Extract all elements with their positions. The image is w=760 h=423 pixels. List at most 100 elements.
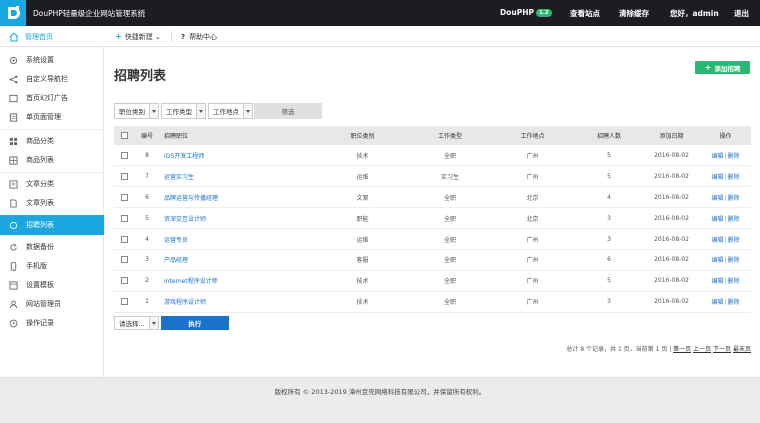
row-checkbox[interactable]: [120, 172, 128, 180]
cell-job-title-link[interactable]: iOS开发工程师: [160, 145, 315, 167]
cell-type: 全职: [410, 249, 490, 271]
add-recruitment-button[interactable]: + 添加招聘: [695, 61, 750, 74]
row-checkbox[interactable]: [120, 193, 128, 201]
edit-link[interactable]: 编辑: [711, 174, 723, 181]
last-page-link[interactable]: 最末页: [733, 346, 751, 353]
cell-count: 3: [575, 207, 643, 230]
cell-count: 4: [575, 186, 643, 209]
clear-cache-link[interactable]: 清除缓存: [619, 8, 649, 19]
cell-type: 全职: [410, 291, 490, 313]
delete-link[interactable]: 删除: [728, 299, 740, 306]
sidebar-item-article-category[interactable]: 文章分类: [0, 174, 104, 194]
job-category-select[interactable]: 职位类别: [114, 103, 159, 119]
edit-link[interactable]: 编辑: [711, 299, 723, 306]
row-checkbox[interactable]: [120, 298, 128, 306]
delete-link[interactable]: 删除: [728, 195, 740, 202]
filter-button[interactable]: 筛选: [254, 103, 322, 119]
sidebar-item-template-settings[interactable]: 设置模板: [0, 275, 104, 295]
help-center-link[interactable]: ? 帮助中心: [181, 32, 217, 42]
column-header: 编号: [134, 126, 160, 145]
edit-link[interactable]: 编辑: [711, 216, 723, 223]
quick-new-menu[interactable]: + 快捷新建 ⌄: [115, 32, 161, 42]
filter-bar: 职位类别 工作类型 工作地点 筛选: [114, 103, 322, 119]
sidebar-item-product-category[interactable]: 商品分类: [0, 131, 104, 151]
cell-type: 全职: [410, 145, 490, 167]
delete-link[interactable]: 删除: [728, 278, 740, 285]
cell-id: 4: [134, 228, 160, 250]
question-icon: ?: [181, 33, 186, 41]
logout-link[interactable]: 退出: [734, 8, 749, 19]
first-page-link[interactable]: 第一页: [673, 346, 691, 353]
job-location-select[interactable]: 工作地点: [208, 103, 253, 119]
sidebar-item-product-list[interactable]: 商品列表: [0, 150, 104, 170]
sidebar-item-data-backup[interactable]: 数据备份: [0, 237, 104, 257]
row-checkbox[interactable]: [120, 151, 128, 159]
select-all-checkbox[interactable]: [120, 132, 128, 139]
footer: 版权所有 © 2013-2019 漳州豆壳网络科技有限公司，并保留所有权利。: [0, 377, 760, 423]
cell-location: 广州: [490, 249, 575, 271]
sidebar-item-operation-log[interactable]: 操作记录: [0, 313, 104, 333]
cell-job-title-link[interactable]: 产品经理: [160, 249, 315, 271]
bulk-action-select[interactable]: 请选择...: [114, 316, 159, 330]
view-site-link[interactable]: 查看站点: [570, 8, 600, 19]
list-icon: [9, 155, 18, 165]
prev-page-link[interactable]: 上一页: [693, 346, 711, 353]
sidebar-item-mobile[interactable]: 手机版: [0, 256, 104, 276]
product-version[interactable]: DouPHP 1.2: [500, 8, 552, 17]
cell-id: 3: [134, 249, 160, 271]
page-icon: [9, 112, 18, 122]
recruitment-table: 编号 招聘职位 职位类别 工作类型 工作地点 招聘人数 添加日期 操作 8 iOS…: [114, 126, 751, 313]
sidebar-item-single-page[interactable]: 单页面管理: [0, 107, 104, 127]
next-page-link[interactable]: 下一页: [713, 346, 731, 353]
sidebar-item-custom-nav[interactable]: 自定义导航栏: [0, 69, 104, 89]
sidebar-item-recruitment-list[interactable]: 招聘列表: [0, 215, 104, 235]
page-title: 招聘列表: [114, 69, 167, 84]
row-checkbox[interactable]: [120, 235, 128, 243]
cell-id: 8: [134, 145, 160, 167]
sidebar-item-article-list[interactable]: 文章列表: [0, 193, 104, 213]
sidebar-item-site-admins[interactable]: 网站管理员: [0, 294, 104, 314]
row-checkbox[interactable]: [120, 277, 128, 285]
edit-link[interactable]: 编辑: [711, 257, 723, 264]
delete-link[interactable]: 删除: [728, 257, 740, 264]
cell-location: 广州: [490, 145, 575, 167]
logo-icon[interactable]: [0, 0, 26, 26]
row-checkbox[interactable]: [120, 256, 128, 264]
row-checkbox[interactable]: [120, 214, 128, 222]
table-row: 1 游戏程序设计师 技术 全职 广州 3 2016-08-02 编辑|删除: [114, 291, 751, 313]
cell-job-title-link[interactable]: internet程序设计师: [160, 270, 315, 292]
circle-icon: [9, 221, 18, 229]
cell-date: 2016-08-02: [643, 270, 700, 292]
cell-operations: 编辑|删除: [700, 291, 751, 313]
cell-category: 运维: [315, 165, 410, 188]
separator: |: [724, 299, 727, 307]
cell-id: 1: [134, 291, 160, 313]
sidebar-item-label: 手机版: [26, 262, 47, 270]
sidebar-item-system-settings[interactable]: 系统设置: [0, 50, 104, 70]
delete-link[interactable]: 删除: [728, 153, 740, 160]
cell-date: 2016-08-02: [643, 228, 700, 250]
edit-link[interactable]: 编辑: [711, 195, 723, 202]
execute-button[interactable]: 执行: [160, 316, 229, 330]
cell-job-title-link[interactable]: 运营专员: [160, 228, 315, 250]
edit-link[interactable]: 编辑: [711, 278, 723, 285]
edit-link[interactable]: 编辑: [711, 237, 723, 244]
row-select-cell: [114, 228, 134, 250]
mobile-icon: [10, 261, 17, 271]
home-tab[interactable]: 管理首页: [0, 26, 104, 47]
delete-link[interactable]: 删除: [728, 216, 740, 223]
quick-new-label: 快捷新建: [124, 33, 153, 41]
column-header: 工作类型: [410, 126, 490, 145]
delete-link[interactable]: 删除: [728, 174, 740, 181]
cell-job-title-link[interactable]: 游戏程序设计师: [160, 291, 315, 313]
sidebar-item-slideshow[interactable]: 首页幻灯广告: [0, 88, 104, 108]
cell-job-title-link[interactable]: 运营实习生: [160, 165, 315, 188]
user-greeting[interactable]: 您好，admin: [670, 8, 719, 19]
job-type-select[interactable]: 工作类型: [161, 103, 206, 119]
delete-link[interactable]: 删除: [728, 237, 740, 244]
edit-link[interactable]: 编辑: [711, 153, 723, 160]
cell-job-title-link[interactable]: 资深交互设计师: [160, 207, 315, 230]
cell-category: 客服: [315, 249, 410, 271]
chevron-down-icon: [243, 104, 252, 118]
cell-job-title-link[interactable]: 品牌运营与传播经理: [160, 186, 315, 209]
